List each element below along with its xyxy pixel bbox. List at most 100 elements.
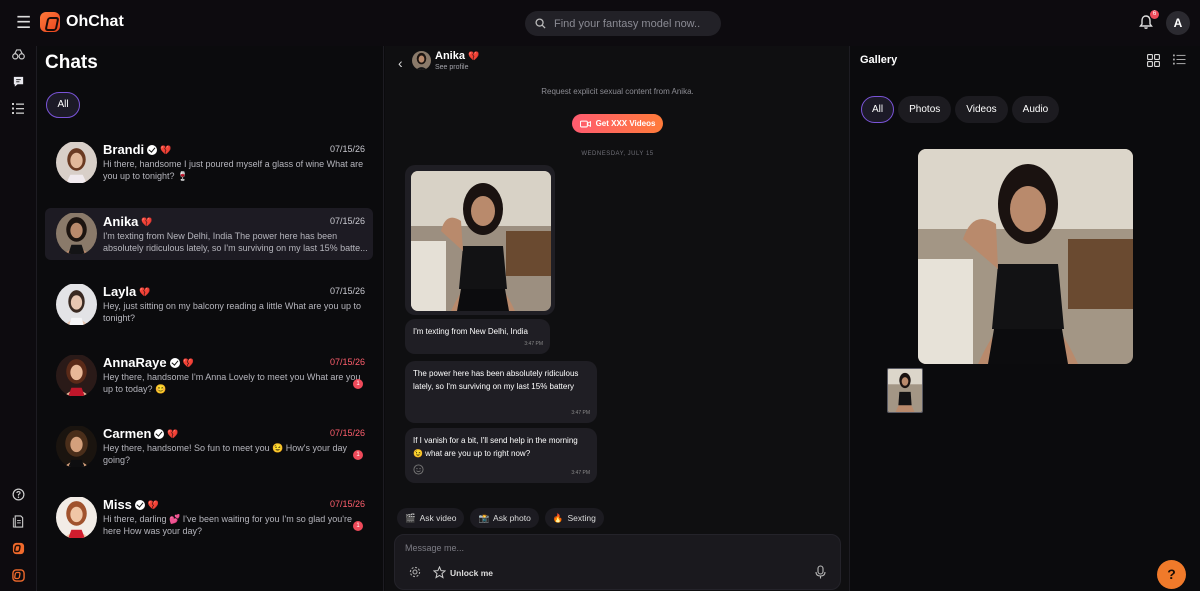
tab-videos[interactable]: Videos [955, 96, 1008, 123]
chat-preview: Hi there, handsome I just poured myself … [103, 159, 364, 181]
chat-date: 07/15/26 [329, 499, 365, 509]
chat-item-carmen[interactable]: Carmen 💔 07/15/26 Hey there, handsome! So… [45, 426, 373, 478]
message-time: 3:47 PM [524, 341, 543, 347]
unread-badge: 1 [353, 379, 363, 389]
notifications-button[interactable]: 6 [1138, 10, 1159, 32]
tab-all[interactable]: All [861, 96, 895, 123]
gallery-tabs: All Photos Videos Audio [861, 96, 1060, 123]
photo-thumbnail[interactable] [411, 171, 551, 311]
request-content-text: Request explicit sexual content from Ani… [541, 87, 694, 96]
unlock-me-label: Unlock me [450, 567, 493, 578]
chat-name: Miss 💔 [103, 497, 160, 512]
help-circle-icon[interactable] [10, 486, 26, 502]
chat-item-layla[interactable]: Layla 💔 07/15/26 Hey, just sitting on my … [45, 284, 373, 336]
camera-icon: 📸 [478, 512, 490, 523]
chat-date: 07/15/26 [329, 216, 365, 226]
user-avatar-button[interactable]: A [1166, 11, 1190, 35]
broken-heart-icon: 💔 [167, 428, 179, 439]
notification-count-badge: 6 [1150, 10, 1159, 19]
unread-badge: 1 [353, 521, 363, 531]
conversation-panel: ‹ Anika 💔 See profile Request explicit s… [385, 46, 850, 591]
help-button[interactable]: ? [1157, 560, 1186, 589]
chat-name: Brandi 💔 [103, 142, 172, 157]
chat-item-annaraye[interactable]: AnnaRaye 💔 07/15/26 Hey there, handsome I… [45, 355, 373, 407]
message-text: If I vanish for a bit, I'll send help in… [413, 436, 578, 458]
broken-heart-icon: 💔 [141, 216, 153, 227]
message-bubble: I'm texting from New Delhi, India 3:47 P… [405, 319, 550, 354]
get-xxx-videos-button[interactable]: Get XXX Videos [572, 114, 663, 133]
chat-date: 07/15/26 [329, 428, 365, 438]
microphone-icon[interactable] [815, 565, 826, 579]
star-icon [433, 566, 446, 579]
message-image[interactable] [405, 165, 555, 315]
chat-date: 07/15/26 [329, 144, 365, 154]
quick-action-chips: 🎬 Ask video 📸 Ask photo 🔥 Sexting [397, 508, 604, 528]
chat-preview: I'm texting from New Delhi, India The po… [103, 231, 368, 253]
avatar [56, 496, 97, 539]
ask-photo-chip[interactable]: 📸 Ask photo [470, 508, 539, 528]
broken-heart-icon: 💔 [139, 286, 151, 297]
chat-name: Layla 💔 [103, 284, 151, 299]
app-logo[interactable]: OhChat [40, 12, 124, 32]
chat-list-panel: Chats All Brandi 💔 07/15/26 Hi there, han… [37, 46, 384, 591]
avatar [56, 354, 97, 397]
conversation-name[interactable]: Anika 💔 [435, 50, 479, 62]
search-input[interactable] [554, 17, 704, 30]
emoji-reaction-icon[interactable] [413, 464, 424, 475]
unread-badge: 1 [353, 450, 363, 460]
avatar [56, 425, 97, 468]
chat-name: Carmen 💔 [103, 426, 179, 441]
broken-heart-icon: 💔 [182, 357, 194, 368]
date-divider: WEDNESDAY, JULY 15 [581, 151, 654, 157]
menu-icon[interactable]: ☰ [16, 14, 31, 32]
back-arrow-icon[interactable]: ‹ [398, 55, 403, 71]
gallery-thumbnail[interactable] [887, 368, 923, 413]
verified-icon [134, 499, 145, 510]
get-xxx-videos-label: Get XXX Videos [595, 119, 656, 128]
chat-date: 07/15/26 [329, 286, 365, 296]
gear-icon[interactable] [409, 566, 421, 578]
chats-title: Chats [45, 52, 98, 73]
avatar [56, 283, 97, 326]
see-profile-link[interactable]: See profile [435, 64, 468, 71]
message-input[interactable] [405, 543, 805, 553]
chat-preview: Hi there, darling 💕 I've been waiting fo… [103, 514, 352, 536]
brand-icon[interactable] [10, 540, 26, 556]
chip-label: Ask photo [493, 513, 531, 523]
chat-name: Anika 💔 [103, 214, 153, 229]
logo-icon [40, 12, 60, 32]
conversation-avatar[interactable] [412, 51, 431, 70]
chat-preview: Hey there, handsome I'm Anna Lovely to m… [103, 372, 361, 394]
chat-item-brandi[interactable]: Brandi 💔 07/15/26 Hi there, handsome I ju… [45, 142, 373, 194]
tab-photos[interactable]: Photos [898, 96, 952, 123]
message-time: 3:47 PM [571, 470, 590, 476]
ask-video-chip[interactable]: 🎬 Ask video [397, 508, 465, 528]
gallery-panel: Gallery All Photos Videos Audio [851, 46, 1200, 591]
grid-view-icon[interactable] [1147, 54, 1160, 67]
explore-icon[interactable] [10, 46, 26, 62]
chat-icon[interactable] [10, 73, 26, 89]
tab-audio[interactable]: Audio [1011, 96, 1060, 123]
video-camera-icon [579, 120, 591, 127]
document-icon[interactable] [10, 513, 26, 529]
fire-icon: 🔥 [552, 512, 564, 523]
broken-heart-icon: 💔 [147, 499, 160, 510]
sexting-chip[interactable]: 🔥 Sexting [544, 508, 604, 528]
message-bubble: If I vanish for a bit, I'll send help in… [405, 428, 597, 483]
filter-all-chip[interactable]: All [46, 92, 80, 118]
list-view-icon[interactable] [1173, 54, 1186, 65]
chip-label: Ask video [419, 513, 457, 523]
left-nav-rail [0, 46, 37, 591]
message-composer: Unlock me [394, 534, 841, 590]
avatar [56, 212, 97, 255]
chat-item-anika[interactable]: Anika 💔 07/15/26 I'm texting from New Del… [45, 208, 373, 260]
gallery-title: Gallery [860, 54, 898, 66]
list-icon[interactable] [10, 100, 26, 116]
gallery-main-image[interactable] [918, 149, 1133, 364]
unlock-me-button[interactable]: Unlock me [433, 566, 493, 579]
search-bar[interactable] [525, 11, 721, 36]
chat-preview: Hey there, handsome! So fun to meet you … [103, 443, 348, 465]
chat-item-miss[interactable]: Miss 💔 07/15/26 Hi there, darling 💕 I've … [45, 497, 373, 549]
search-icon [535, 18, 546, 29]
brand-outline-icon[interactable] [10, 567, 26, 583]
